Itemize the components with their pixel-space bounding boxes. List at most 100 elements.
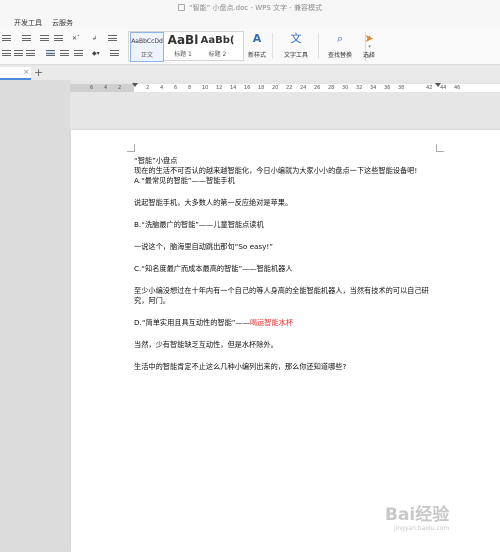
style-heading-2[interactable]: AaBb( 标题 2 [200, 32, 235, 62]
style-heading-1-label: 标题 1 [174, 51, 192, 58]
doc-d-body: 当然，少有智能缺乏互动性，但是水杯除外。 [134, 340, 278, 349]
doc-a-heading: A.“最常见的智能”——智能手机 [134, 176, 235, 185]
baidu-watermark-logo: Bai经验 jingyan.baidu.com [385, 500, 449, 532]
new-tab-button[interactable]: + [34, 66, 43, 79]
right-indent-marker[interactable] [435, 83, 441, 87]
ruler-tick: 24 [300, 85, 307, 91]
document-tab-bar: × + [0, 66, 500, 80]
ruler-tick: 34 [370, 85, 377, 91]
doc-title-line: “智能”小盘点 [134, 156, 178, 165]
margin-corner-top-right [436, 144, 444, 152]
style-heading-2-preview: AaBb( [200, 35, 235, 46]
watermark-sub: jingyan.baidu.com [393, 525, 450, 532]
style-heading-1-preview: AaBl [167, 33, 199, 47]
align-left-icon[interactable] [2, 50, 11, 56]
bullet-list-icon[interactable] [2, 35, 11, 41]
align-right-icon[interactable] [26, 50, 35, 56]
doc-d-heading-red: 喝运智能水杯 [249, 318, 294, 327]
shading-icon[interactable]: ◆▾ [92, 49, 100, 58]
menu-developer-tools[interactable]: 开发工具 [14, 18, 42, 28]
menu-cloud-service[interactable]: 云服务 [52, 18, 73, 28]
ruler-tick: 30 [342, 85, 349, 91]
border-icon[interactable] [110, 50, 119, 56]
ruler-tick: 20 [272, 85, 279, 91]
select-cursor-icon: ➤ [364, 32, 374, 45]
align-center-icon[interactable] [14, 50, 23, 56]
document-body[interactable]: “智能”小盘点 现在的生活不可否认的越来越智能化，今日小编就为大家小小的盘点一下… [134, 156, 439, 372]
doc-c-heading: C.“知名度最广而成本最高的智能”——智能机器人 [134, 264, 293, 273]
ruler-tick: 12 [216, 85, 223, 91]
window-title: “智能” 小盘点.doc - WPS 文字 - 兼容模式 [188, 4, 323, 12]
ruler-tick: 2 [118, 85, 122, 91]
ruler-tick: 6 [90, 85, 94, 91]
numbered-list-icon[interactable] [22, 35, 31, 41]
menu-bar: 开发工具 云服务 [0, 16, 500, 29]
ruler-tick: 16 [244, 85, 251, 91]
style-normal[interactable]: AaBbCcDd 正文 [130, 32, 164, 62]
style-heading-2-label: 标题 2 [208, 51, 227, 58]
watermark-text: Bai经验 [385, 505, 450, 525]
doc-b-body: 一说这个，脑海里自动跳出那句“So easy!” [134, 242, 274, 251]
ruler-tick: 26 [314, 85, 321, 91]
document-page[interactable]: “智能”小盘点 现在的生活不可否认的越来越智能化，今日小编就为大家小小的盘点一下… [71, 130, 500, 552]
justify-icon[interactable] [46, 50, 55, 56]
doc-d-heading-prefix: D.“简单实用且具互动性的智能”—— [134, 318, 250, 327]
align-tools-row: ◆▾ [0, 49, 125, 58]
select-button[interactable]: ➤ 选择 [358, 32, 380, 59]
new-style-button[interactable]: A 新样式 [246, 32, 268, 59]
distributed-icon[interactable] [60, 50, 69, 56]
new-style-label: 新样式 [247, 52, 266, 59]
ruler-tick: 42 [426, 85, 433, 91]
ruler-tick: 8 [188, 85, 192, 91]
margin-corner-top-left [127, 144, 135, 152]
title-bar: “智能” 小盘点.doc - WPS 文字 - 兼容模式 [0, 0, 500, 16]
list-tools-row: ✕ˆ ↲ [0, 34, 125, 43]
find-replace-icon: ⌕ [336, 32, 344, 45]
ruler-tick: 14 [230, 85, 237, 91]
navigation-pane [0, 80, 70, 552]
separator [272, 33, 273, 59]
ruler-tick: 28 [328, 85, 335, 91]
window-title-area: “智能” 小盘点.doc - WPS 文字 - 兼容模式 [0, 3, 500, 13]
sort-icon[interactable] [108, 35, 117, 41]
ruler-tick: 36 [384, 85, 391, 91]
new-style-icon: A [252, 32, 262, 45]
style-normal-label: 正文 [140, 52, 153, 59]
ruler-tick: 46 [454, 85, 461, 91]
find-replace-label: 查找替换 [327, 52, 352, 59]
style-heading-1[interactable]: AaBl 标题 1 [166, 32, 200, 62]
doc-intro: 现在的生活不可否认的越来越智能化，今日小编就为大家小小的盘点一下这些智能设备吧! [134, 166, 418, 175]
chinese-layout-icon[interactable]: ✕ˆ [72, 34, 80, 43]
ribbon-toolbar: ✕ˆ ↲ ◆▾ AaBbCcDd 正文 AaBl 标题 1 AaBb( 标题 2… [0, 29, 500, 65]
decrease-indent-icon[interactable] [40, 35, 49, 41]
doc-d-heading: D.“简单实用且具互动性的智能”——喝运智能水杯 [134, 318, 439, 328]
doc-a-body: 说起智能手机，大多数人的第一反应绝对是苹果。 [134, 198, 293, 207]
ruler-tick: 10 [202, 85, 209, 91]
left-indent-marker[interactable] [132, 83, 138, 87]
style-gallery: AaBbCcDd 正文 AaBl 标题 1 AaBb( 标题 2 ▴ ▾ ▾ [128, 31, 371, 62]
show-marks-icon[interactable]: ↲ [92, 34, 97, 43]
ruler-tick: 2 [146, 85, 150, 91]
increase-indent-icon[interactable] [54, 35, 63, 41]
text-tools-button[interactable]: 文 文字工具 [279, 32, 313, 59]
ruler-tick: 4 [160, 85, 164, 91]
horizontal-ruler[interactable]: 6 4 2 2 4 6 8 10 12 14 16 18 20 22 24 26 28 30 32 34 36 38 42 4… [70, 83, 500, 92]
ruler-tick: 22 [286, 85, 293, 91]
ruler-tick: 32 [356, 85, 363, 91]
line-spacing-icon[interactable] [74, 50, 83, 56]
document-tab[interactable]: × [0, 67, 31, 80]
text-tools-label: 文字工具 [283, 52, 308, 59]
find-replace-button[interactable]: ⌕ 查找替换 [324, 32, 356, 59]
ruler-tick: 6 [174, 85, 178, 91]
doc-closing: 生活中的智能肯定不止这么几种小编列出来的，那么你还知道哪些? [134, 362, 347, 371]
close-tab-icon[interactable]: × [23, 68, 29, 76]
ruler-tick: 38 [398, 85, 405, 91]
doc-b-heading: B.“洗脑最广的智能”——儿童智能点读机 [134, 220, 264, 229]
